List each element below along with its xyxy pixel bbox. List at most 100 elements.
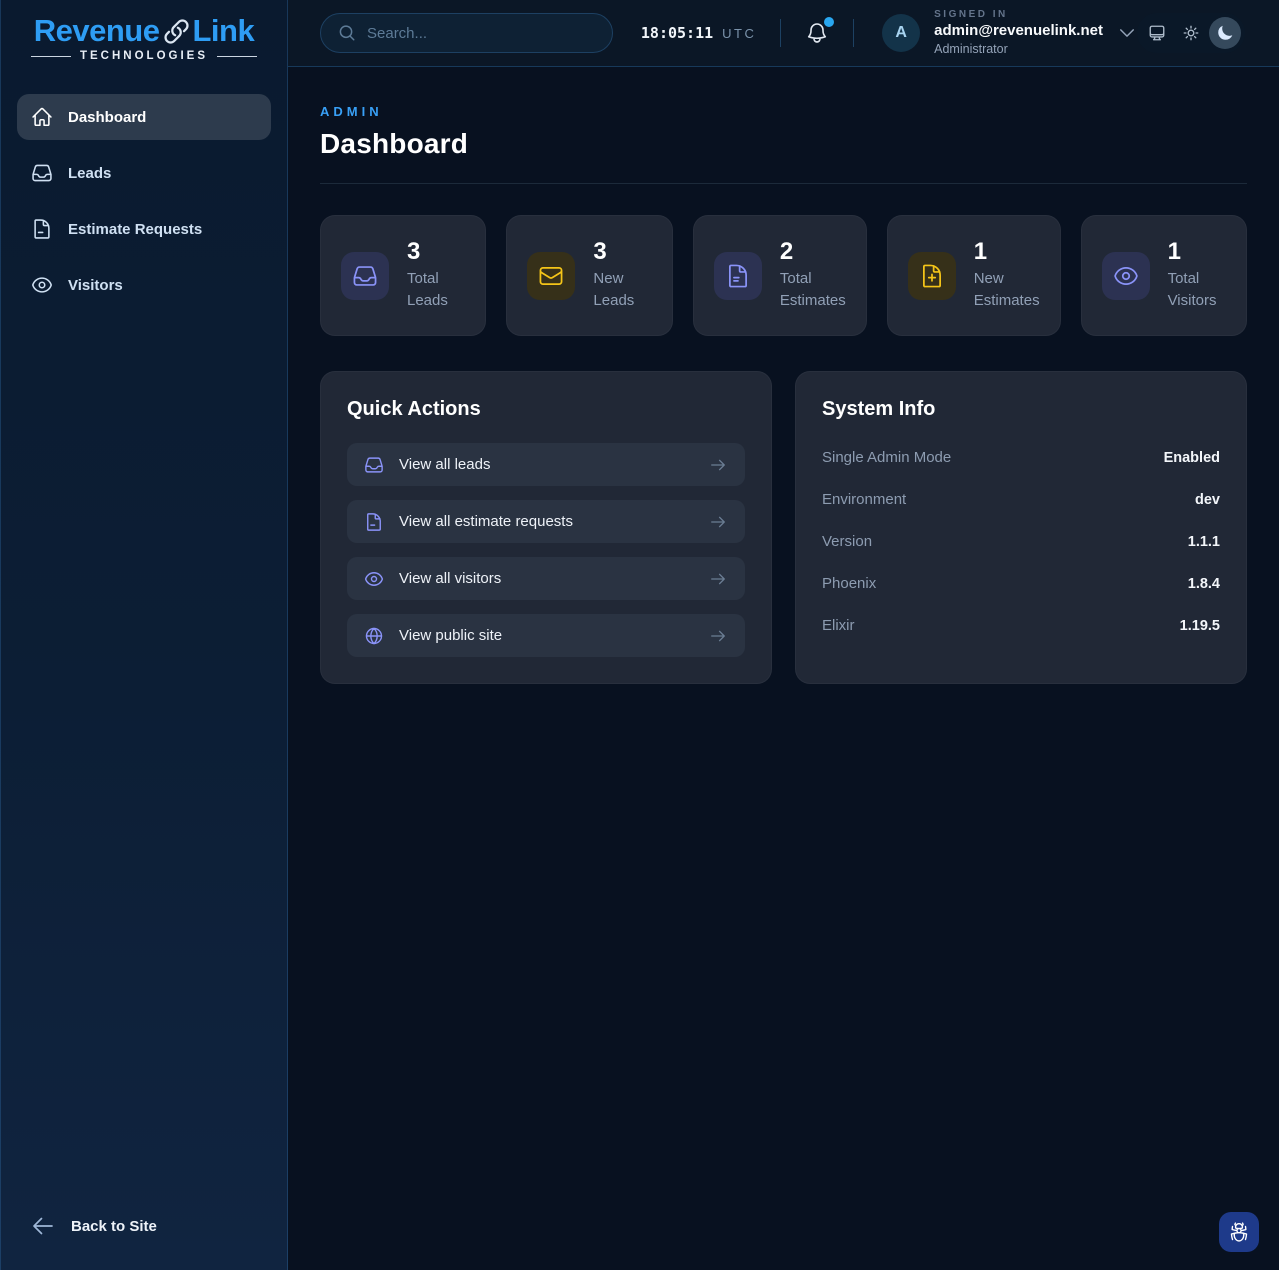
stat-value: 2 [780,239,846,265]
theme-light-button[interactable] [1175,17,1207,49]
document-plus-icon [908,252,956,300]
info-value: dev [1195,492,1220,508]
sidebar-footer: Back to Site [1,1206,287,1270]
inbox-icon [31,162,53,184]
info-value: 1.19.5 [1180,618,1220,634]
eye-icon [1102,252,1150,300]
debug-button[interactable] [1219,1212,1259,1252]
info-value: Enabled [1164,450,1220,466]
theme-dark-button[interactable] [1209,17,1241,49]
sidebar-item-dashboard[interactable]: Dashboard [17,94,271,140]
chain-link-icon [163,18,190,45]
home-icon [31,106,53,128]
stat-card-total-leads: 3 Total Leads [320,215,486,336]
stat-card-total-estimates: 2 Total Estimates [693,215,867,336]
notifications-button[interactable] [805,21,829,45]
system-info-row: Single Admin Mode Enabled [822,441,1220,474]
brand-word-2: Link [193,13,255,49]
avatar: A [882,14,920,52]
sidebar-item-label: Visitors [68,277,123,294]
stat-label: Total Estimates [780,268,846,312]
stat-card-new-estimates: 1 New Estimates [887,215,1061,336]
brand-word-1: Revenue [34,13,160,49]
view-all-leads-button[interactable]: View all leads [347,443,745,486]
view-all-visitors-button[interactable]: View all visitors [347,557,745,600]
view-public-site-button[interactable]: View public site [347,614,745,657]
eye-icon [31,274,53,296]
info-label: Single Admin Mode [822,449,951,466]
arrow-right-icon [708,455,728,475]
document-icon [714,252,762,300]
account-info: SIGNED IN admin@revenuelink.net Administ… [934,9,1103,58]
action-label: View all visitors [399,570,501,587]
sidebar-item-label: Dashboard [68,109,146,126]
action-label: View all leads [399,456,490,473]
system-info-row: Phoenix 1.8.4 [822,567,1220,600]
arrow-right-icon [708,512,728,532]
info-label: Elixir [822,617,855,634]
back-to-site-label: Back to Site [71,1218,157,1235]
sun-icon [1182,24,1200,42]
topbar-divider [853,19,854,47]
search-input[interactable] [367,25,595,42]
arrow-right-icon [708,569,728,589]
system-info-panel: System Info Single Admin Mode Enabled En… [795,371,1247,684]
info-label: Phoenix [822,575,876,592]
brand-logo: Revenue Link TECHNOLOGIES [1,0,287,70]
utc-clock: 18:05:11 UTC [641,24,756,42]
avatar-initial: A [895,24,907,42]
action-label: View all estimate requests [399,513,573,530]
user-role: Administrator [934,42,1103,58]
sidebar-item-visitors[interactable]: Visitors [17,262,271,308]
system-info-row: Environment dev [822,483,1220,516]
stat-label: New Estimates [974,268,1040,312]
stat-value: 3 [593,239,651,265]
view-all-estimate-requests-button[interactable]: View all estimate requests [347,500,745,543]
page-eyebrow: ADMIN [320,104,1247,119]
action-label: View public site [399,627,502,644]
info-label: Environment [822,491,906,508]
theme-toggle [1137,13,1245,53]
stat-value: 3 [407,239,465,265]
search-box [320,13,613,53]
stat-label: Total Leads [407,268,465,312]
topbar: 18:05:11 UTC A SIGNED IN admin@revenueli… [288,0,1279,67]
panels: Quick Actions View all leads View all es… [320,371,1247,684]
sidebar-item-leads[interactable]: Leads [17,150,271,196]
stat-value: 1 [974,239,1040,265]
inbox-icon [341,252,389,300]
inbox-icon [364,455,384,475]
arrow-left-icon [31,1214,55,1238]
sidebar-nav: Dashboard Leads Estimate Requests Visito… [1,94,287,308]
stat-cards: 3 Total Leads 3 New Leads 2 Total Estima… [320,215,1247,336]
stat-label: Total Visitors [1168,268,1226,312]
sidebar-item-label: Leads [68,165,111,182]
clock-timezone: UTC [722,26,756,41]
eye-icon [364,569,384,589]
system-info-row: Version 1.1.1 [822,525,1220,558]
theme-system-button[interactable] [1141,17,1173,49]
sidebar-item-label: Estimate Requests [68,221,202,238]
chevron-down-icon [1117,23,1137,43]
sidebar-item-estimate-requests[interactable]: Estimate Requests [17,206,271,252]
info-value: 1.1.1 [1188,534,1220,550]
notification-dot [824,17,834,27]
stat-card-new-leads: 3 New Leads [506,215,672,336]
page-title: Dashboard [320,128,1247,160]
search-icon [338,24,356,42]
back-to-site-link[interactable]: Back to Site [17,1206,271,1246]
document-icon [364,512,384,532]
user-email: admin@revenuelink.net [934,22,1103,41]
document-icon [31,218,53,240]
stat-value: 1 [1168,239,1226,265]
system-info-title: System Info [822,398,1220,421]
brand-tagline: TECHNOLOGIES [80,50,208,62]
moon-icon [1216,24,1234,42]
info-label: Version [822,533,872,550]
clock-time: 18:05:11 [641,24,713,42]
account-menu[interactable]: A SIGNED IN admin@revenuelink.net Admini… [882,9,1137,58]
stat-card-total-visitors: 1 Total Visitors [1081,215,1247,336]
stat-label: New Leads [593,268,651,312]
bug-icon [1228,1221,1250,1243]
main-content: ADMIN Dashboard 3 Total Leads 3 New Lead… [288,0,1279,684]
